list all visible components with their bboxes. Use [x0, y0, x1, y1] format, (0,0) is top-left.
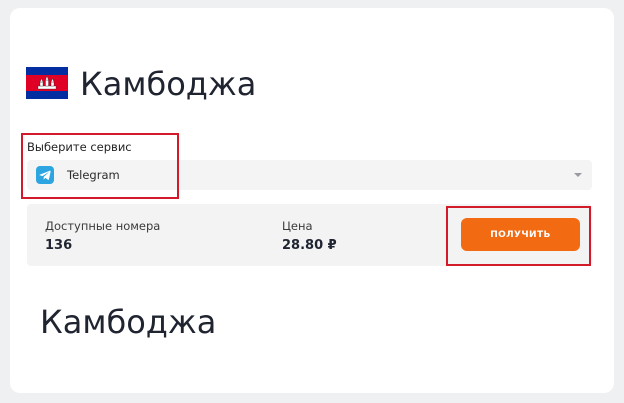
available-numbers-label: Доступные номера [45, 219, 161, 233]
chevron-down-icon[interactable] [574, 173, 582, 177]
offer-panel: Доступные номера 136 Цена 28.80 ₽ ПОЛУЧИ… [27, 204, 592, 266]
get-number-button[interactable]: ПОЛУЧИТЬ [461, 218, 580, 251]
price-label: Цена [282, 219, 313, 233]
service-select[interactable]: Telegram [27, 160, 592, 190]
telegram-icon [36, 166, 54, 184]
cambodia-flag-icon [26, 67, 68, 99]
section-heading: Камбоджа [40, 303, 217, 341]
service-select-label: Выберите сервис [27, 140, 132, 154]
page-title: Камбоджа [80, 65, 257, 103]
available-numbers-value: 136 [45, 238, 73, 253]
service-select-value: Telegram [67, 168, 120, 182]
price-value: 28.80 ₽ [282, 238, 337, 253]
